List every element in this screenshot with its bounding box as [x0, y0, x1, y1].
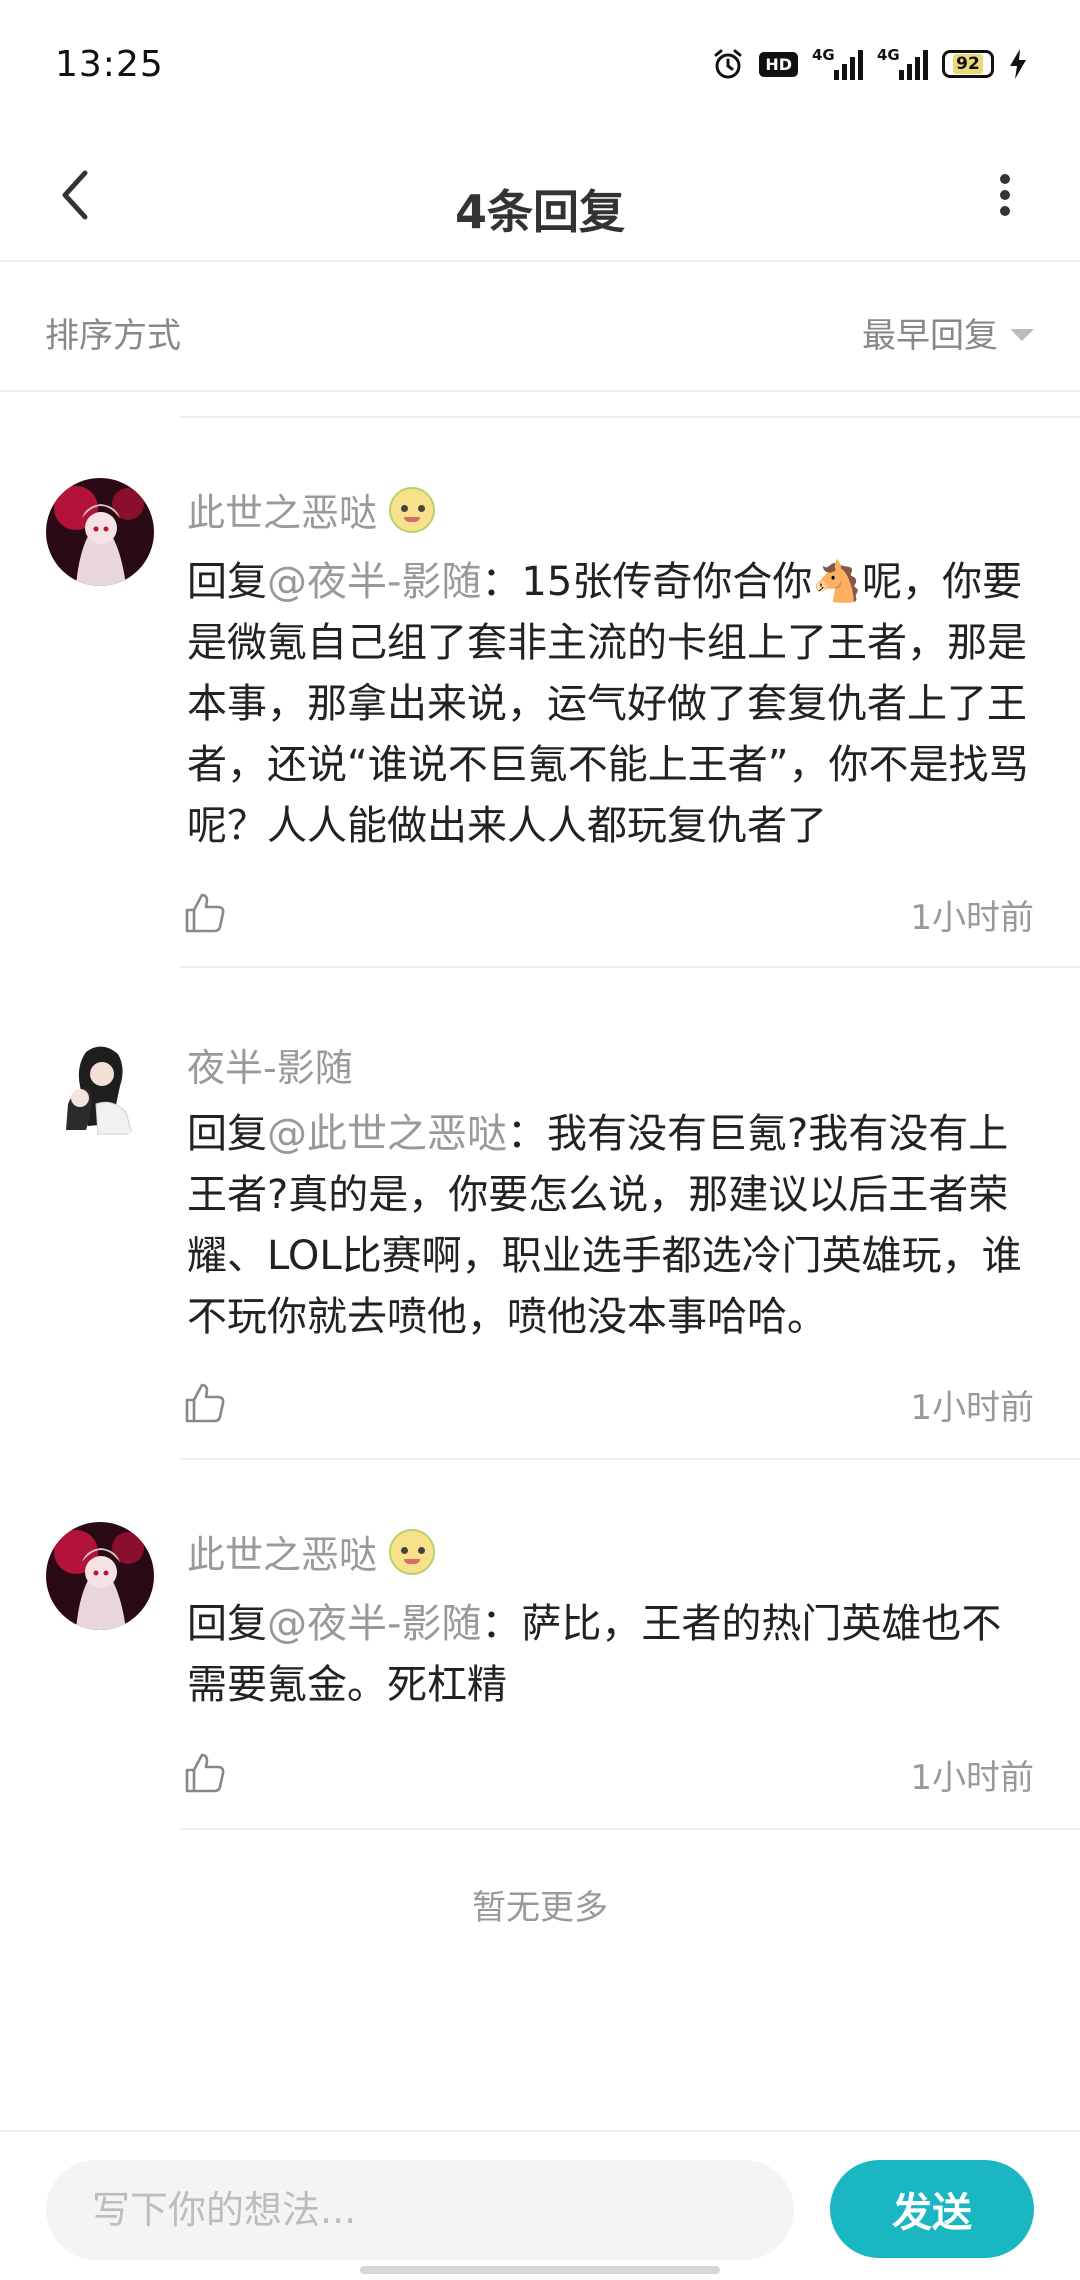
comment-username[interactable]: 此世之恶哒 — [187, 482, 436, 537]
send-button[interactable]: 发送 — [830, 2160, 1034, 2258]
signal-icon: 4G — [877, 46, 928, 80]
avatar[interactable] — [46, 1034, 154, 1142]
sort-label: 排序方式 — [45, 316, 181, 356]
thumbs-up-icon — [185, 1753, 225, 1793]
comment-body: 回复@夜半-影随：萨比，王者的热门英雄也不需要氪金。死杠精 — [187, 1594, 1037, 1716]
level-badge-icon — [389, 486, 436, 533]
status-bar: 13:25 HD 4G 4G 92 — [0, 0, 1080, 130]
avatar[interactable] — [46, 1522, 154, 1630]
avatar[interactable] — [46, 478, 154, 586]
charging-icon — [1008, 47, 1028, 81]
comment-time: 1小时前 — [910, 1388, 1034, 1428]
level-badge-icon — [389, 1528, 436, 1575]
no-more-text: 暂无更多 — [472, 1888, 608, 1928]
hd-icon: HD — [759, 51, 798, 77]
sort-bar: 排序方式 最早回复 — [0, 264, 1080, 392]
status-time: 13:25 — [55, 44, 164, 85]
battery-level: 92 — [953, 54, 983, 74]
mention-link[interactable]: @夜半-影随 — [267, 559, 481, 605]
divider — [180, 966, 1080, 968]
comment-body: 回复@此世之恶哒：我有没有巨氪?我有没有上王者?真的是，你要怎么说，那建议以后王… — [187, 1104, 1037, 1348]
reply-prefix: 回复 — [187, 1601, 267, 1647]
alarm-icon — [711, 47, 745, 81]
sort-selected-value: 最早回复 — [862, 316, 998, 356]
comment-input-bar: 发送 — [0, 2130, 1080, 2280]
sort-dropdown[interactable]: 最早回复 — [862, 308, 1034, 357]
home-indicator[interactable] — [360, 2266, 720, 2274]
comment-body: 回复@夜半-影随：15张传奇你合你🐴呢，你要是微氪自己组了套非主流的卡组上了王者… — [187, 552, 1037, 857]
like-button[interactable] — [180, 888, 230, 938]
comment-username[interactable]: 夜半-影随 — [187, 1037, 353, 1092]
divider — [180, 416, 1080, 418]
header: 4条回复 — [0, 130, 1080, 262]
battery-icon: 92 — [942, 50, 994, 78]
divider — [180, 1458, 1080, 1460]
more-options-button[interactable] — [970, 160, 1040, 230]
like-button[interactable] — [180, 1378, 230, 1428]
comment-time: 1小时前 — [910, 898, 1034, 938]
comment-time: 1小时前 — [910, 1758, 1034, 1798]
signal-label: 4G — [877, 46, 900, 64]
divider — [180, 1828, 1080, 1830]
reply-prefix: 回复 — [187, 1111, 267, 1157]
signal-icon: 4G — [812, 46, 863, 80]
comment-username[interactable]: 此世之恶哒 — [187, 1524, 436, 1579]
signal-label: 4G — [812, 46, 835, 64]
status-icons: HD 4G 4G 92 — [711, 44, 1028, 84]
like-button[interactable] — [180, 1748, 230, 1798]
reply-prefix: 回复 — [187, 559, 267, 605]
thumbs-up-icon — [185, 893, 225, 933]
mention-link[interactable]: @夜半-影随 — [267, 1601, 481, 1647]
caret-down-icon — [1010, 328, 1034, 341]
page-title: 4条回复 — [454, 185, 625, 239]
more-vertical-icon — [1000, 174, 1010, 216]
comment-input[interactable] — [46, 2160, 794, 2260]
thumbs-up-icon — [185, 1383, 225, 1423]
mention-link[interactable]: @此世之恶哒 — [267, 1111, 507, 1157]
